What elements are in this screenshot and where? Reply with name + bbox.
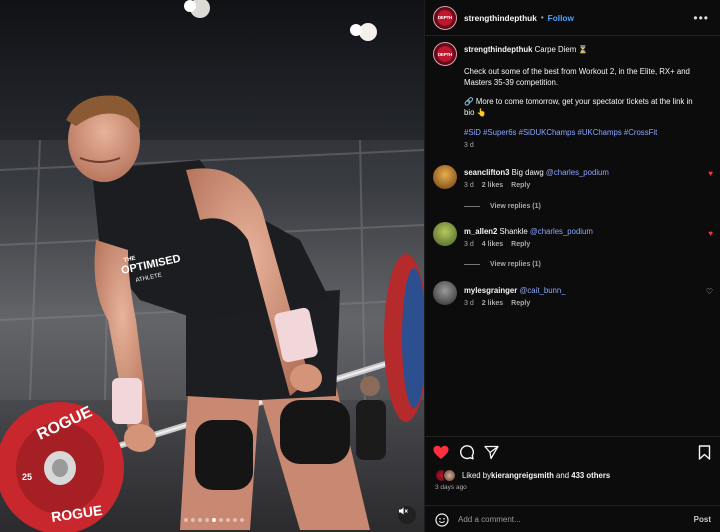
comment-user[interactable]: mylesgrainger (464, 286, 517, 295)
caption-body: Check out some of the best from Workout … (464, 67, 690, 87)
plate-weight: 25 (22, 472, 32, 482)
carousel-dot[interactable] (184, 518, 188, 522)
more-dots-icon[interactable]: ••• (693, 11, 709, 25)
action-bar (433, 445, 499, 460)
comment-user[interactable]: seanclifton3 (464, 168, 510, 177)
comment-body: Shankle (499, 227, 530, 236)
post-actions: Liked by kierangreigsmith and 433 others… (425, 436, 720, 532)
comment-likes[interactable]: 4 likes (482, 241, 503, 248)
comment-user[interactable]: m_allen2 (464, 227, 497, 236)
comments-list[interactable]: DEPTH strengthindepthuk Carpe Diem ⏳ Che… (425, 36, 720, 436)
comment-text: m_allen2 Shankle @charles_podium (464, 226, 695, 237)
commenter-avatar[interactable] (433, 222, 457, 246)
post-media[interactable]: ROGUE ROGUE 25 THE OPTIMISED ATHLETE (0, 0, 424, 532)
avatar-logo-text: DEPTH (437, 51, 453, 57)
comment-meta: 3 d 4 likes Reply (464, 241, 530, 248)
author-avatar[interactable]: DEPTH (433, 5, 457, 30)
share-send-icon[interactable] (484, 445, 499, 460)
caption-time: 3 d (464, 142, 474, 149)
comment-mention[interactable]: @charles_podium (546, 168, 609, 177)
emoji-icon[interactable] (435, 512, 449, 527)
follow-button[interactable]: Follow (548, 13, 574, 23)
carousel-dot[interactable] (191, 518, 195, 522)
comment-likes[interactable]: 2 likes (482, 182, 503, 189)
comment-item: seanclifton3 Big dawg @charles_podium 3 … (433, 163, 713, 223)
liked-by-prefix: Liked by (462, 471, 492, 480)
comment-body: Big dawg (511, 168, 546, 177)
liked-by-mid: and (553, 471, 572, 480)
liked-by-count[interactable]: 433 others (571, 471, 610, 480)
comment-time: 3 d (464, 241, 474, 248)
speaker-muted-icon (399, 507, 408, 515)
carousel-dot[interactable] (226, 518, 230, 522)
commenter-avatar[interactable] (433, 281, 457, 305)
author-username[interactable]: strengthindepthuk (464, 13, 537, 23)
comment-mention[interactable]: @charles_podium (530, 227, 593, 236)
comment-composer: Post (425, 505, 720, 532)
view-replies-button[interactable]: View replies (1) (464, 261, 541, 268)
comment-like-heart-icon[interactable]: ♥ (708, 229, 713, 238)
bookmark-icon[interactable] (698, 445, 711, 460)
carousel-dot[interactable] (212, 518, 216, 522)
comment-text: mylesgrainger @cait_bunn_ (464, 285, 695, 296)
liked-by: Liked by kierangreigsmith and 433 others (435, 469, 610, 482)
carousel-dot[interactable] (205, 518, 209, 522)
comment-input[interactable] (458, 515, 668, 524)
caption-text: strengthindepthuk Carpe Diem ⏳ (464, 44, 695, 55)
comment-time: 3 d (464, 300, 474, 307)
like-heart-icon[interactable] (433, 445, 449, 460)
caption-author-avatar[interactable]: DEPTH (433, 42, 457, 66)
caption-note: 🔗 More to come tomorrow, get your specta… (464, 97, 693, 117)
comment-item: mylesgrainger @cait_bunn_ 3 d 2 likes Re… (433, 281, 713, 321)
liked-by-user[interactable]: kierangreigsmith (491, 471, 554, 480)
caption-first-line: Carpe Diem ⏳ (534, 45, 589, 54)
caption: DEPTH strengthindepthuk Carpe Diem ⏳ Che… (433, 36, 713, 156)
carousel-dot[interactable] (198, 518, 202, 522)
avatar-logo-text: DEPTH (437, 15, 453, 20)
view-replies-label: View replies (1) (490, 203, 541, 210)
post-header: DEPTH strengthindepthuk • Follow ••• (425, 0, 720, 36)
comment-likes[interactable]: 2 likes (482, 300, 503, 307)
comment-meta: 3 d 2 likes Reply (464, 300, 530, 307)
comment-like-heart-outline-icon[interactable]: ♡ (706, 287, 713, 296)
comment-mention[interactable]: @cait_bunn_ (519, 286, 565, 295)
carousel-dot[interactable] (240, 518, 244, 522)
comment-time: 3 d (464, 182, 474, 189)
caption-hashtags[interactable]: #SiD #Super6s #SiDUKChamps #UKChamps #Cr… (464, 127, 695, 138)
comment-reply-button[interactable]: Reply (511, 241, 530, 248)
view-replies-button[interactable]: View replies (1) (464, 203, 541, 210)
header-separator: • (540, 13, 544, 22)
post-comment-button[interactable]: Post (694, 515, 711, 524)
commenter-avatar[interactable] (433, 165, 457, 189)
replies-divider (464, 206, 480, 207)
comment-reply-button[interactable]: Reply (511, 182, 530, 189)
view-replies-label: View replies (1) (490, 261, 541, 268)
athlete-photo: ROGUE ROGUE 25 THE OPTIMISED ATHLETE (0, 0, 424, 532)
carousel-indicator[interactable] (184, 518, 244, 522)
comment-reply-button[interactable]: Reply (511, 300, 530, 307)
caption-timestamp: 3 d (464, 142, 474, 149)
carousel-dot[interactable] (233, 518, 237, 522)
comment-text: seanclifton3 Big dawg @charles_podium (464, 167, 695, 178)
carousel-dot[interactable] (219, 518, 223, 522)
comment-meta: 3 d 2 likes Reply (464, 182, 530, 189)
replies-divider (464, 264, 480, 265)
comment-like-heart-icon[interactable]: ♥ (708, 169, 713, 178)
comment-item: m_allen2 Shankle @charles_podium 3 d 4 l… (433, 222, 713, 282)
mute-button[interactable] (398, 506, 416, 524)
post-time: 3 days ago (435, 484, 467, 491)
comment-bubble-icon[interactable] (459, 445, 474, 460)
caption-author[interactable]: strengthindepthuk (464, 45, 532, 54)
post-panel: DEPTH strengthindepthuk • Follow ••• DEP… (424, 0, 720, 532)
liker-avatar[interactable] (443, 469, 456, 482)
